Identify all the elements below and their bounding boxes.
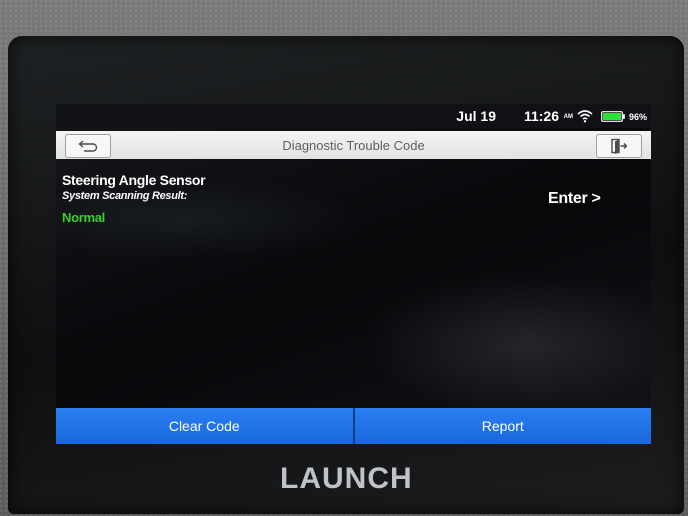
exit-button[interactable] xyxy=(596,134,642,158)
scan-result-panel: Steering Angle Sensor System Scanning Re… xyxy=(56,159,651,409)
wifi-icon xyxy=(577,110,593,123)
report-button[interactable]: Report xyxy=(354,408,651,444)
status-bar: Jul 19 11:26 AM 96% xyxy=(56,104,651,128)
device-screen: Jul 19 11:26 AM 96% Diagnostic Trouble C… xyxy=(56,104,651,444)
clear-code-button[interactable]: Clear Code xyxy=(56,408,353,444)
battery-percent: 96% xyxy=(628,112,647,122)
battery-icon xyxy=(601,111,625,122)
status-date: Jul 19 xyxy=(456,108,496,124)
page-title: Diagnostic Trouble Code xyxy=(282,138,425,153)
brand-logo: LAUNCH xyxy=(280,462,413,495)
enter-button[interactable]: Enter > xyxy=(548,190,601,208)
scan-result-status: Normal xyxy=(62,210,105,225)
system-name: Steering Angle Sensor xyxy=(62,172,206,188)
device-background: Jul 19 11:26 AM 96% Diagnostic Trouble C… xyxy=(0,0,688,516)
scan-result-label: System Scanning Result: xyxy=(62,190,188,202)
title-bar: Diagnostic Trouble Code xyxy=(56,131,651,159)
exit-door-icon xyxy=(611,138,628,154)
status-time: 11:26 xyxy=(523,108,559,124)
action-bar: Clear Code Report xyxy=(56,408,651,444)
status-ampm: AM xyxy=(563,114,573,120)
